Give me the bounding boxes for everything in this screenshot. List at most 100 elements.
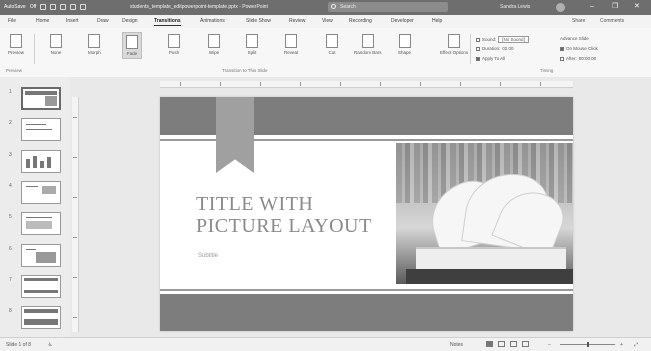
- after-checkbox[interactable]: After: 00:00.00: [560, 56, 596, 61]
- duration-option[interactable]: Duration: 02.00: [476, 46, 514, 51]
- customize-icon[interactable]: [80, 4, 87, 10]
- tab-review[interactable]: Review: [289, 18, 305, 24]
- transition-label: Reveal: [284, 50, 299, 55]
- transition-random-bars[interactable]: Random Bars: [354, 34, 382, 55]
- slideshow-view-icon[interactable]: [522, 341, 529, 347]
- thumbnail-number: 4: [9, 183, 12, 189]
- zoom-out-icon[interactable]: –: [548, 342, 551, 348]
- thumb-table: [26, 221, 52, 229]
- transition-push-icon: [168, 34, 180, 48]
- zoom-in-icon[interactable]: +: [620, 342, 623, 348]
- slide-thumbnail[interactable]: [21, 150, 61, 173]
- transition-label: Fade: [126, 51, 138, 56]
- tab-slide-show[interactable]: Slide Show: [246, 18, 271, 24]
- avatar[interactable]: [556, 3, 565, 12]
- thumb-bar: [47, 157, 51, 168]
- after-value[interactable]: 00:00.00: [579, 56, 597, 61]
- on-mouse-click-checkbox[interactable]: On Mouse Click: [560, 46, 598, 51]
- vertical-ruler: [72, 97, 79, 332]
- transition-label: Wipe: [208, 50, 220, 55]
- notes-button[interactable]: Notes: [450, 342, 463, 348]
- sound-option[interactable]: Sound: [No Sound]: [476, 36, 529, 43]
- tab-transitions[interactable]: Transitions: [154, 18, 181, 26]
- comments-button[interactable]: Comments: [600, 18, 624, 24]
- tab-design[interactable]: Design: [122, 18, 138, 24]
- transition-label: Split: [247, 50, 257, 55]
- title-line-2: PICTURE LAYOUT: [196, 215, 372, 237]
- tab-file[interactable]: File: [8, 18, 16, 24]
- transition-fade[interactable]: Fade: [122, 32, 142, 59]
- save-icon[interactable]: [40, 4, 47, 10]
- slide-subtitle[interactable]: Subtitle: [198, 253, 218, 259]
- transition-wipe[interactable]: Wipe: [208, 34, 220, 55]
- zoom-slider-handle[interactable]: [587, 342, 589, 347]
- slide-thumbnail[interactable]: [21, 275, 61, 298]
- slide-thumbnail[interactable]: [21, 212, 61, 235]
- thumbnail-number: 1: [9, 89, 12, 95]
- book-photo[interactable]: [396, 143, 573, 284]
- transition-label: Cut: [328, 50, 336, 55]
- restore-button[interactable]: ❐: [612, 3, 618, 11]
- undo-icon[interactable]: [50, 4, 57, 10]
- user-name[interactable]: Sandra Lewis: [500, 4, 530, 10]
- status-bar: Slide 1 of 8 ♿ Notes – + ⤢: [0, 337, 651, 351]
- slide-thumbnail[interactable]: [21, 181, 61, 204]
- group-timing-label: Timing: [540, 68, 554, 73]
- slide-title[interactable]: TITLE WITH PICTURE LAYOUT: [196, 193, 372, 237]
- duration-value[interactable]: 02.00: [502, 46, 513, 51]
- accessibility-icon[interactable]: ♿: [48, 342, 52, 348]
- share-button[interactable]: Share: [572, 18, 585, 24]
- normal-view-icon[interactable]: [486, 341, 493, 347]
- book-body: [416, 247, 566, 271]
- reading-view-icon[interactable]: [510, 341, 517, 347]
- thumb-bar: [33, 156, 37, 168]
- tab-developer[interactable]: Developer: [391, 18, 414, 24]
- thumbnail-number: 6: [9, 246, 12, 252]
- thumb-line: [26, 129, 52, 130]
- tab-draw[interactable]: Draw: [97, 18, 109, 24]
- transition-fade-icon: [126, 35, 138, 49]
- redo-icon[interactable]: [60, 4, 67, 10]
- transition-none[interactable]: None: [50, 34, 62, 55]
- autosave-label[interactable]: AutoSave: [4, 4, 26, 10]
- tab-view[interactable]: View: [322, 18, 333, 24]
- transition-shape[interactable]: Shape: [398, 34, 411, 55]
- slide-sorter-icon[interactable]: [498, 341, 505, 347]
- transition-random-bars-icon: [361, 34, 374, 48]
- transition-morph[interactable]: Morph: [88, 34, 101, 55]
- thumb-line: [26, 249, 36, 250]
- transition-reveal[interactable]: Reveal: [284, 34, 298, 55]
- transition-cut[interactable]: Cut: [326, 34, 338, 55]
- tab-animations[interactable]: Animations: [200, 18, 225, 24]
- tab-recording[interactable]: Recording: [349, 18, 372, 24]
- tab-help[interactable]: Help: [432, 18, 442, 24]
- document-title: students_template_editpowerpoint-templat…: [130, 4, 268, 10]
- slide-counter: Slide 1 of 8: [6, 342, 32, 348]
- current-slide[interactable]: TITLE WITH PICTURE LAYOUT Subtitle: [160, 97, 573, 331]
- slide-thumbnail[interactable]: [21, 87, 61, 110]
- autosave-toggle[interactable]: Off: [30, 4, 37, 10]
- minimize-button[interactable]: –: [590, 3, 594, 11]
- present-icon[interactable]: [70, 4, 77, 10]
- slide-thumbnail[interactable]: [21, 306, 61, 329]
- slide-thumbnail[interactable]: [21, 118, 61, 141]
- transition-push[interactable]: Push: [168, 34, 180, 55]
- preview-button[interactable]: Preview: [8, 34, 24, 55]
- thumb-line: [26, 186, 38, 187]
- tab-home[interactable]: Home: [36, 18, 49, 24]
- thumb-bar: [40, 161, 44, 168]
- transition-label: Random Bars: [354, 50, 382, 55]
- fit-slide-icon[interactable]: ⤢: [634, 342, 638, 348]
- transition-split[interactable]: Split: [246, 34, 258, 55]
- close-button[interactable]: ✕: [634, 3, 640, 11]
- transition-shape-icon: [398, 34, 411, 48]
- effect-options-button[interactable]: Effect Options: [440, 34, 468, 55]
- sound-dropdown[interactable]: [No Sound]: [498, 36, 529, 43]
- tab-insert[interactable]: Insert: [66, 18, 79, 24]
- after-label: After:: [566, 56, 577, 61]
- transition-split-icon: [246, 34, 258, 48]
- thumb-band: [24, 290, 58, 293]
- slide-thumbnail[interactable]: [21, 244, 61, 267]
- search-box[interactable]: Search: [328, 2, 448, 12]
- apply-to-all-button[interactable]: Apply To All: [476, 56, 505, 61]
